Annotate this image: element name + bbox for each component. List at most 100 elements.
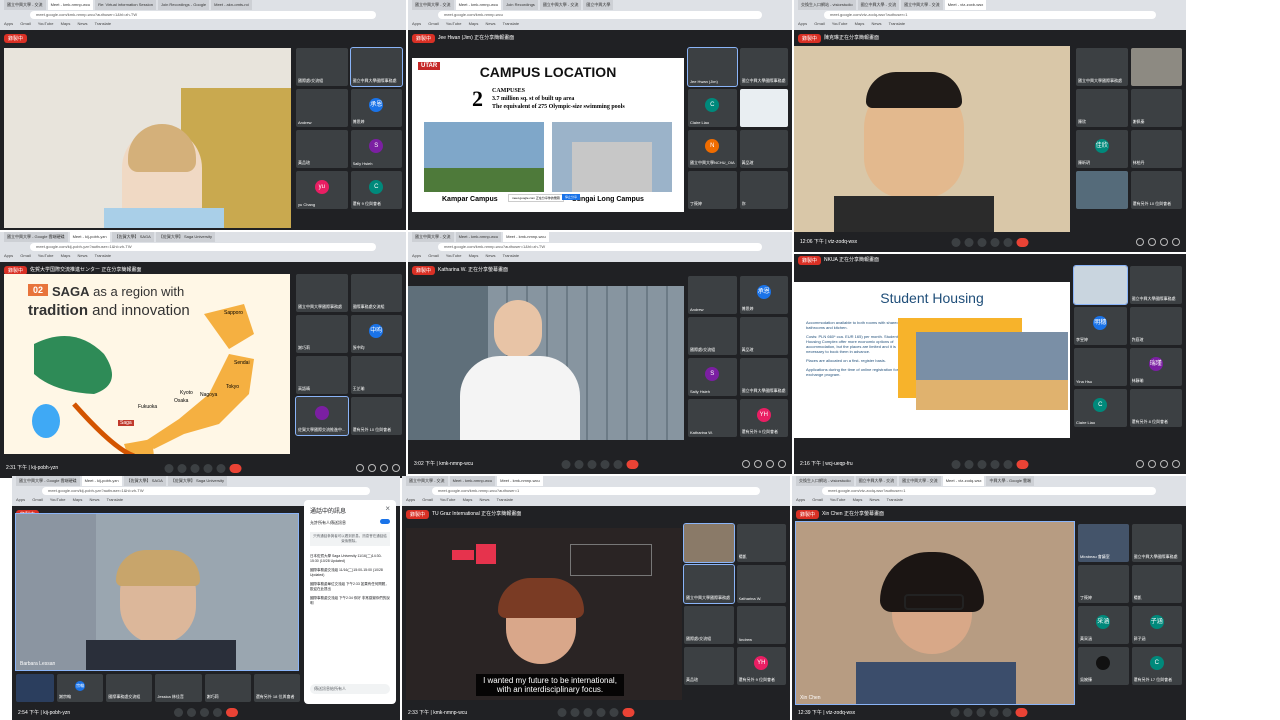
more-options-button[interactable] [216,464,226,473]
participant-tile[interactable]: 還有另外 8 位與會者 [1129,389,1182,427]
participant-tile[interactable]: 采涵 黃采涵 [1078,606,1129,644]
bookmark[interactable]: Maps [463,497,473,502]
present-button[interactable] [990,238,1000,247]
participant-tile[interactable]: Jee Hwan (Jim) [687,47,738,87]
bookmark[interactable]: Gmail [422,497,432,502]
participant-tile[interactable]: Mirabeau 會議室 [1078,524,1129,562]
participant-tile[interactable]: Katharina W. [688,399,737,437]
participant-tile[interactable]: 國立中興大學國際事務處 [683,564,735,604]
mic-button[interactable] [950,708,960,717]
participant-tile[interactable]: 國立中興大學國際事務處 [739,48,788,86]
camera-button[interactable] [187,708,196,717]
participant-tile[interactable]: S Sally Hsieh [688,358,737,396]
participant-tile[interactable]: 國際事務處交流組 [106,674,153,702]
participant-tile[interactable]: Jessica 林佳音 [155,674,202,702]
bookmark[interactable]: Gmail [428,253,438,258]
browser-tab[interactable]: Meet - kij-pobh-yzn [81,476,122,486]
stop-share-button[interactable]: 停止分享 [562,194,581,200]
participant-tile[interactable]: 宗翰 謝宗翰 [57,674,104,702]
camera-button[interactable] [964,238,974,247]
bookmark[interactable]: News [486,21,496,26]
info-icon[interactable] [1136,460,1144,468]
participant-tile[interactable]: 國際處/交流組 [688,317,737,355]
participant-tile[interactable]: 國立中興大學國際事務處 [296,274,348,312]
participant-tile[interactable]: 國立中興大學國際事務處 [349,47,403,87]
camera-button[interactable] [964,460,974,469]
mic-button[interactable] [951,238,961,247]
browser-tab[interactable]: Meet - kmk-nmnp-wcu [503,232,549,242]
bookmark[interactable]: Translate [889,21,906,26]
mic-button[interactable] [951,460,961,469]
participant-tile[interactable]: 黃品瑄 [739,130,788,168]
participant-tile[interactable]: C 還有 9 位與會者 [350,171,402,209]
bookmark[interactable]: Apps [412,21,421,26]
more-options-button[interactable] [1002,708,1012,717]
chat-toggle-switch[interactable] [380,519,390,524]
browser-tab[interactable]: Meet - kmk-nmnp-wcu [449,476,496,486]
bookmark[interactable]: News [90,497,100,502]
mic-button[interactable] [164,464,174,473]
mic-button[interactable] [557,708,567,717]
browser-tab[interactable]: 國立中興大學 - 交流 [539,0,582,10]
bookmark[interactable]: YouTube [440,497,456,502]
captions-button[interactable] [190,464,200,473]
more-options-button[interactable] [1003,238,1013,247]
mic-button[interactable] [561,460,571,469]
participant-tile[interactable]: 丁筱婷 [1078,565,1129,603]
browser-tab[interactable]: 國立中興大學 - 交流 [855,476,898,486]
address-bar[interactable]: meet.google.com/vtz-zodq-wsx?authuser=1 [822,487,1156,495]
participant-tile[interactable]: 楊凱 [736,524,786,562]
bookmark[interactable]: Gmail [812,497,822,502]
chat-icon[interactable] [1160,460,1168,468]
more-options-button[interactable] [1003,460,1013,469]
present-button[interactable] [203,464,213,473]
bookmark[interactable]: Apps [16,497,25,502]
browser-tab[interactable]: 交換生入口網站 - visiorstudio [798,0,856,10]
bookmark[interactable]: YouTube [830,497,846,502]
address-bar[interactable]: meet.google.com/kmk-nmnp-wcu?authuser=1&… [30,11,376,19]
bookmark[interactable]: YouTube [38,21,54,26]
bookmark[interactable]: Gmail [20,21,30,26]
bookmark[interactable]: Gmail [32,497,42,502]
browser-tab[interactable]: Meet - kij-pobh-yzn [69,232,110,242]
chat-icon[interactable] [766,460,774,468]
browser-tab[interactable]: 交換生入口網站 - visiorstudio [796,476,854,486]
participant-tile[interactable]: Yina Hsu [1074,348,1127,386]
participant-tile[interactable]: 承恩 傅思婷 [739,276,788,314]
bookmark[interactable]: Maps [853,497,863,502]
participant-tile[interactable]: 你 [739,171,788,209]
participant-tile[interactable] [683,523,735,563]
present-button[interactable] [213,708,222,717]
leave-call-button[interactable] [226,708,238,717]
leave-call-button[interactable] [1015,708,1028,717]
bookmark[interactable]: Maps [469,253,479,258]
captions-button[interactable] [977,238,987,247]
browser-tab[interactable]: 國立中興大學 - 交流 [901,0,943,10]
participant-tile[interactable]: 吳婉臻 [1078,647,1129,685]
participant-tile[interactable]: 謝佩秦 [1130,89,1182,127]
bookmark[interactable]: News [78,21,88,26]
participant-tile[interactable]: C Claire Liao [1074,389,1127,427]
activities-icon[interactable] [1172,460,1180,468]
address-bar[interactable]: meet.google.com/kij-pobh-yzn?authuser=1&… [42,487,370,495]
captions-button[interactable] [977,460,987,469]
browser-tab[interactable]: Meet - vtz-zoxb-wsx [944,0,987,10]
participant-tile[interactable] [739,89,788,127]
participant-tile[interactable]: 國立中興大學國際事務處 [1129,266,1182,304]
leave-call-button[interactable] [626,460,639,469]
bookmark[interactable]: Gmail [20,253,30,258]
browser-tab[interactable]: Meet - kmk-nmnp-wcu [455,232,502,242]
captions-button[interactable] [200,708,209,717]
bookmark[interactable]: Apps [406,497,415,502]
participant-tile[interactable] [16,674,54,702]
bookmark[interactable]: Translate [503,21,520,26]
close-icon[interactable]: × [385,504,390,513]
participant-tile[interactable]: 還有另外 10 位與會者 [350,397,402,435]
bookmark[interactable]: YouTube [50,497,66,502]
info-icon[interactable] [1136,238,1144,246]
participant-tile[interactable]: Andrew [296,89,348,127]
captions-button[interactable] [976,708,986,717]
bookmark[interactable]: Translate [107,497,124,502]
bookmark[interactable]: News [870,497,880,502]
bookmark[interactable]: YouTube [38,253,54,258]
